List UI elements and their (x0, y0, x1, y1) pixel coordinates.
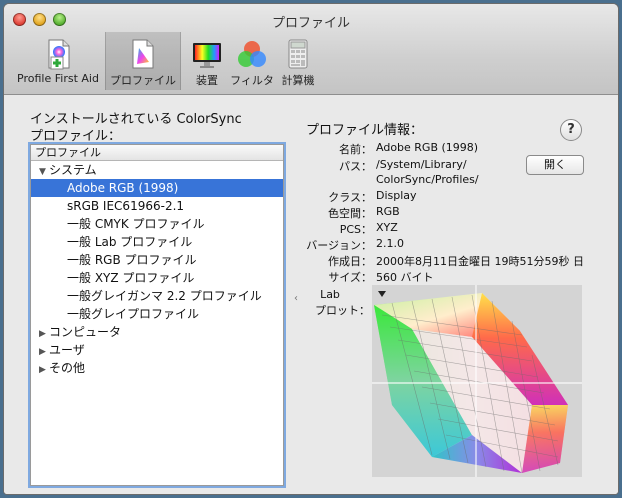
profile-info-heading: プロファイル情報： (306, 123, 424, 138)
title-bar: プロファイル Profile First Aid プロファイル 装置 フィルタ … (4, 4, 618, 95)
plot-menu-icon (378, 291, 386, 297)
toolbar-label: プロファイル (110, 74, 176, 87)
toolbar-label: Profile First Aid (17, 72, 99, 85)
list-item-generic-gray-gamma[interactable]: 一般グレイガンマ 2.2 プロファイル (31, 287, 283, 305)
path-value-line2: ColorSync/Profiles/ (376, 173, 479, 186)
list-item-generic-lab[interactable]: 一般 Lab プロファイル (31, 233, 283, 251)
profile-list[interactable]: プロファイル ▼ システム Adobe RGB (1998) sRGB IEC61… (30, 144, 284, 486)
version-label: バージョン： (306, 239, 372, 252)
plot-label: プロット： (315, 304, 370, 317)
profile-document-icon (127, 38, 159, 70)
pcs-value: XYZ (376, 221, 398, 234)
color-filter-icon (236, 38, 268, 70)
group-label: コンピュータ (49, 325, 122, 339)
help-button[interactable]: ? (560, 119, 582, 141)
name-label: 名前： (339, 143, 372, 156)
group-computer[interactable]: ▶ コンピュータ (31, 323, 283, 341)
installed-profiles-heading-line2: プロファイル： (30, 129, 122, 144)
group-label: ユーザ (49, 343, 85, 357)
list-item-generic-cmyk[interactable]: 一般 CMYK プロファイル (31, 215, 283, 233)
group-label: システム (49, 163, 97, 177)
open-button[interactable]: 開く (526, 155, 584, 175)
group-user[interactable]: ▶ ユーザ (31, 341, 283, 359)
group-other[interactable]: ▶ その他 (31, 359, 283, 377)
group-system[interactable]: ▼ システム (31, 161, 283, 179)
content-area: インストールされている ColorSync プロファイル： プロファイル ▼ シス… (4, 95, 618, 494)
list-item-srgb[interactable]: sRGB IEC61966-2.1 (31, 197, 283, 215)
window-title: プロファイル (271, 16, 350, 31)
profile-first-aid-icon (42, 38, 74, 70)
created-label: 作成日： (328, 255, 372, 268)
path-value-line1: /System/Library/ (376, 158, 467, 171)
class-value: Display (376, 189, 417, 202)
toolbar-filters[interactable]: フィルタ (226, 32, 278, 90)
lab-label: Lab (320, 288, 340, 301)
color-space-label: 色空間： (328, 207, 372, 220)
lab-gamut-graphic (372, 285, 582, 477)
toolbar-label: 装置 (196, 74, 218, 87)
list-item-adobe-rgb[interactable]: Adobe RGB (1998) (31, 179, 283, 197)
group-label: その他 (49, 361, 86, 375)
calculator-icon (282, 38, 314, 70)
toolbar-profiles[interactable]: プロファイル (105, 32, 181, 90)
display-icon (191, 38, 223, 70)
toolbar-label: フィルタ (230, 74, 274, 87)
toolbar-devices[interactable]: 装置 (185, 32, 229, 90)
toolbar-calculator[interactable]: 計算機 (278, 32, 318, 90)
size-value: 560 バイト (376, 271, 434, 284)
path-label: パス： (339, 160, 372, 173)
created-value: 2000年8月11日金曜日 19時51分59秒 日 (376, 255, 584, 268)
list-column-header[interactable]: プロファイル (31, 145, 283, 161)
profile-window: プロファイル Profile First Aid プロファイル 装置 フィルタ … (4, 4, 618, 494)
resize-caret-icon[interactable]: ‹ (294, 293, 298, 304)
list-item-generic-rgb[interactable]: 一般 RGB プロファイル (31, 251, 283, 269)
list-item-generic-xyz[interactable]: 一般 XYZ プロファイル (31, 269, 283, 287)
pcs-label: PCS： (339, 223, 372, 236)
list-item-generic-gray[interactable]: 一般グレイプロファイル (31, 305, 283, 323)
disclosure-closed-icon[interactable]: ▶ (39, 361, 49, 379)
version-value: 2.1.0 (376, 237, 404, 250)
color-space-value: RGB (376, 205, 400, 218)
size-label: サイズ： (328, 271, 372, 284)
class-label: クラス： (328, 191, 372, 204)
name-value: Adobe RGB (1998) (376, 141, 479, 154)
toolbar-label: 計算機 (281, 74, 315, 87)
toolbar-profile-first-aid[interactable]: Profile First Aid (14, 32, 102, 90)
lab-plot[interactable] (372, 285, 582, 477)
